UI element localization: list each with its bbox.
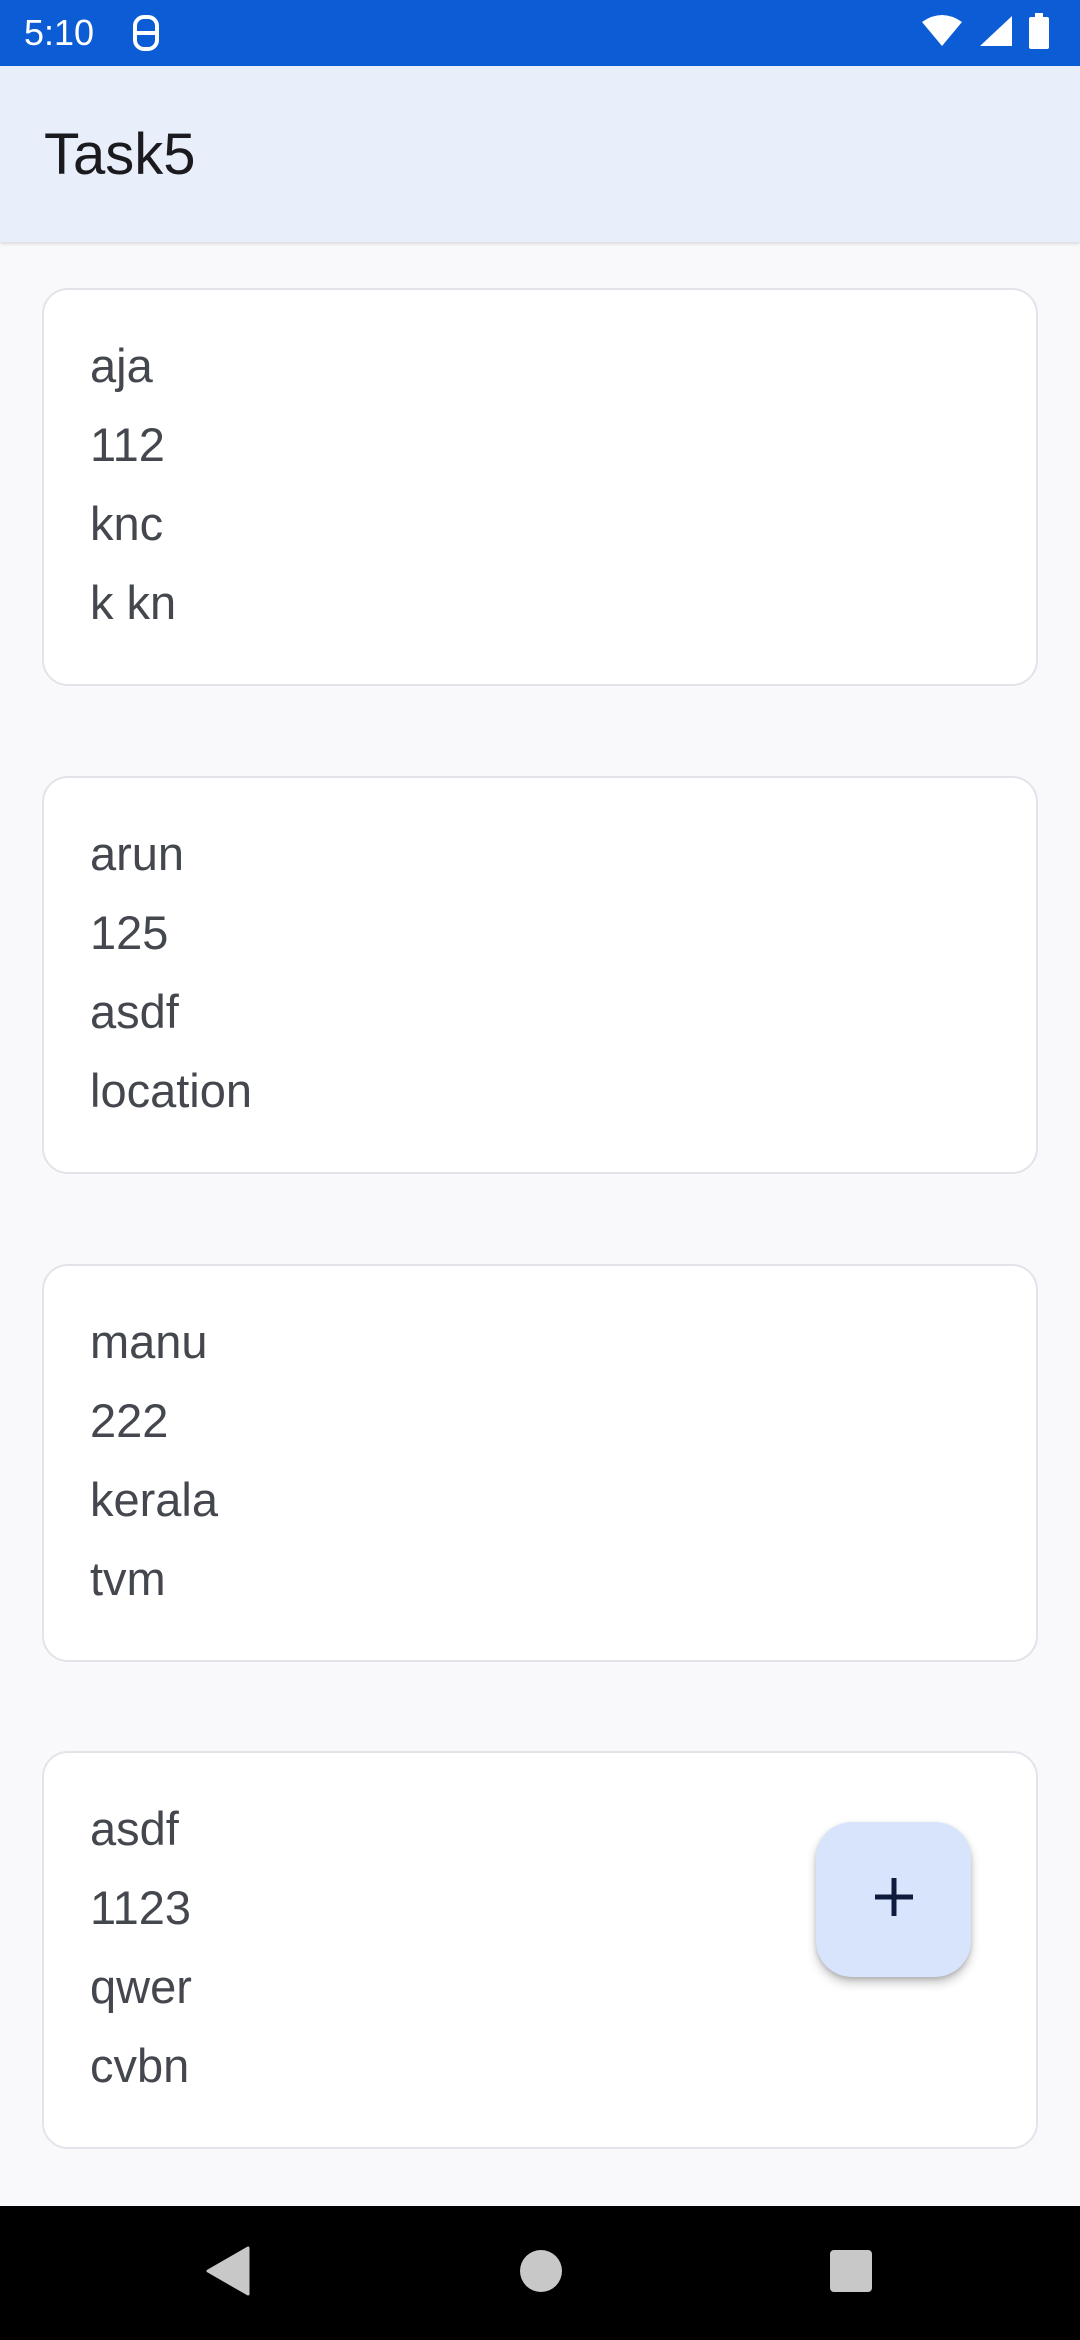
record-number: 125 [90,906,169,959]
app-title: Task5 [44,122,196,187]
app-bar: Task5 [0,66,1080,242]
add-record-button[interactable] [816,1822,971,1977]
recents-icon [829,2249,873,2298]
record-field-3: knc [90,497,164,550]
record-field-4: k kn [90,576,177,629]
record-number: 112 [90,418,165,471]
plus-icon [872,1875,916,1924]
record-card[interactable]: manu 222 kerala tvm [42,1264,1038,1662]
home-icon [518,2248,564,2299]
wifi-icon [920,14,964,53]
record-field-4: tvm [90,1552,166,1605]
notification-icon [130,14,162,52]
battery-icon [1028,12,1050,54]
record-name: aja [90,339,153,392]
status-time: 5:10 [24,12,95,53]
record-field-3: kerala [90,1473,219,1526]
record-number: 222 [90,1394,169,1447]
status-bar: 5:10 [0,0,1080,66]
navigation-bar [0,2206,1080,2340]
back-button[interactable] [196,2242,258,2304]
record-field-4: cvbn [90,2039,190,2092]
record-field-3: asdf [90,985,179,1038]
recents-button[interactable] [820,2242,882,2304]
record-card[interactable]: arun 125 asdf location [42,776,1038,1174]
record-field-3: qwer [90,1960,192,2013]
home-button[interactable] [510,2242,572,2304]
record-name: asdf [90,1802,179,1855]
record-name: arun [90,827,185,880]
record-field-4: location [90,1064,252,1117]
status-icons [920,12,1050,54]
back-icon [204,2246,250,2301]
signal-icon [978,14,1014,53]
record-number: 1123 [90,1881,192,1934]
record-card[interactable]: aja 112 knc k kn [42,288,1038,686]
record-name: manu [90,1315,208,1368]
